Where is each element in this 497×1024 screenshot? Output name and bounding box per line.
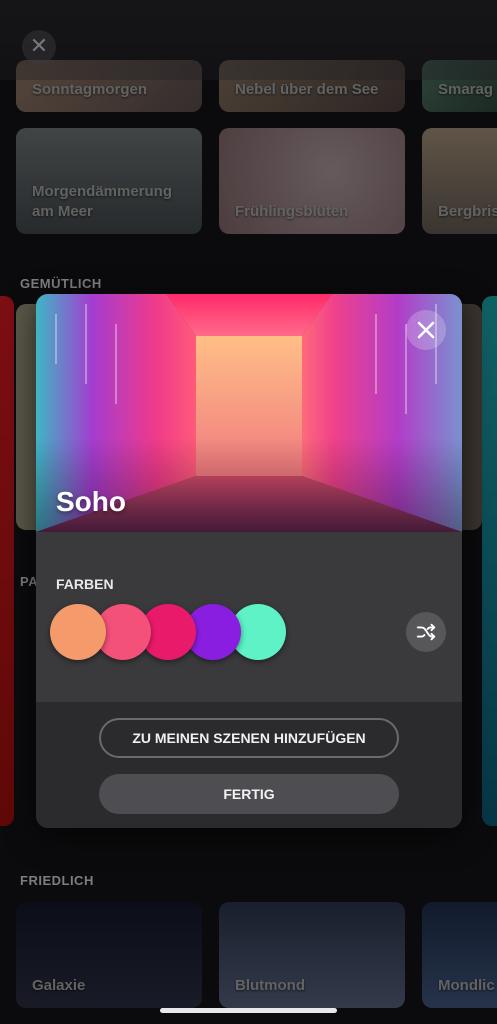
section-title: FRIEDLICH <box>20 873 94 888</box>
tile-label: Mondlic <box>438 977 495 994</box>
header-blur <box>0 0 497 80</box>
tile-label: Blutmond <box>235 977 305 994</box>
actions-section: ZU MEINEN SZENEN HINZUFÜGEN FERTIG <box>36 702 462 828</box>
scene-tile[interactable] <box>482 296 497 826</box>
done-button[interactable]: FERTIG <box>99 774 399 814</box>
section-title: GEMÜTLICH <box>20 276 102 291</box>
colors-label: FARBEN <box>56 576 114 592</box>
add-to-scenes-button[interactable]: ZU MEINEN SZENEN HINZUFÜGEN <box>99 718 399 758</box>
color-swatch[interactable] <box>50 604 106 660</box>
scene-hero-image: Soho <box>36 294 462 532</box>
shuffle-icon <box>416 623 436 641</box>
close-icon <box>417 321 435 339</box>
tile-label: Morgendämmerung am Meer <box>32 183 173 220</box>
scene-title: Soho <box>56 486 126 517</box>
home-indicator <box>160 1008 337 1013</box>
scene-tile[interactable] <box>0 296 14 826</box>
tile-label: Bergbris <box>438 203 497 220</box>
scene-detail-modal: Soho FARBEN ZU MEINEN SZENEN HINZUFÜGEN … <box>36 294 462 828</box>
close-button[interactable] <box>406 310 446 350</box>
scene-tile[interactable]: Morgendämmerung am Meer <box>16 128 202 234</box>
tile-label: Frühlingsblüten <box>235 203 349 220</box>
scene-tile[interactable]: Frühlingsblüten <box>219 128 405 234</box>
shuffle-button[interactable] <box>406 612 446 652</box>
tile-label: Nebel über dem See <box>235 81 379 98</box>
scene-tile[interactable]: Mondlic <box>422 902 497 1008</box>
tile-label: Galaxie <box>32 977 86 994</box>
tile-label: Sonntagmorgen <box>32 81 147 98</box>
scene-tile[interactable]: Galaxie <box>16 902 202 1008</box>
tile-label: Smarag <box>438 81 494 98</box>
colors-section: FARBEN <box>36 532 462 702</box>
close-icon[interactable]: ✕ <box>22 30 56 64</box>
scene-tile[interactable]: Bergbris <box>422 128 497 234</box>
scene-tile[interactable]: Blutmond <box>219 902 405 1008</box>
